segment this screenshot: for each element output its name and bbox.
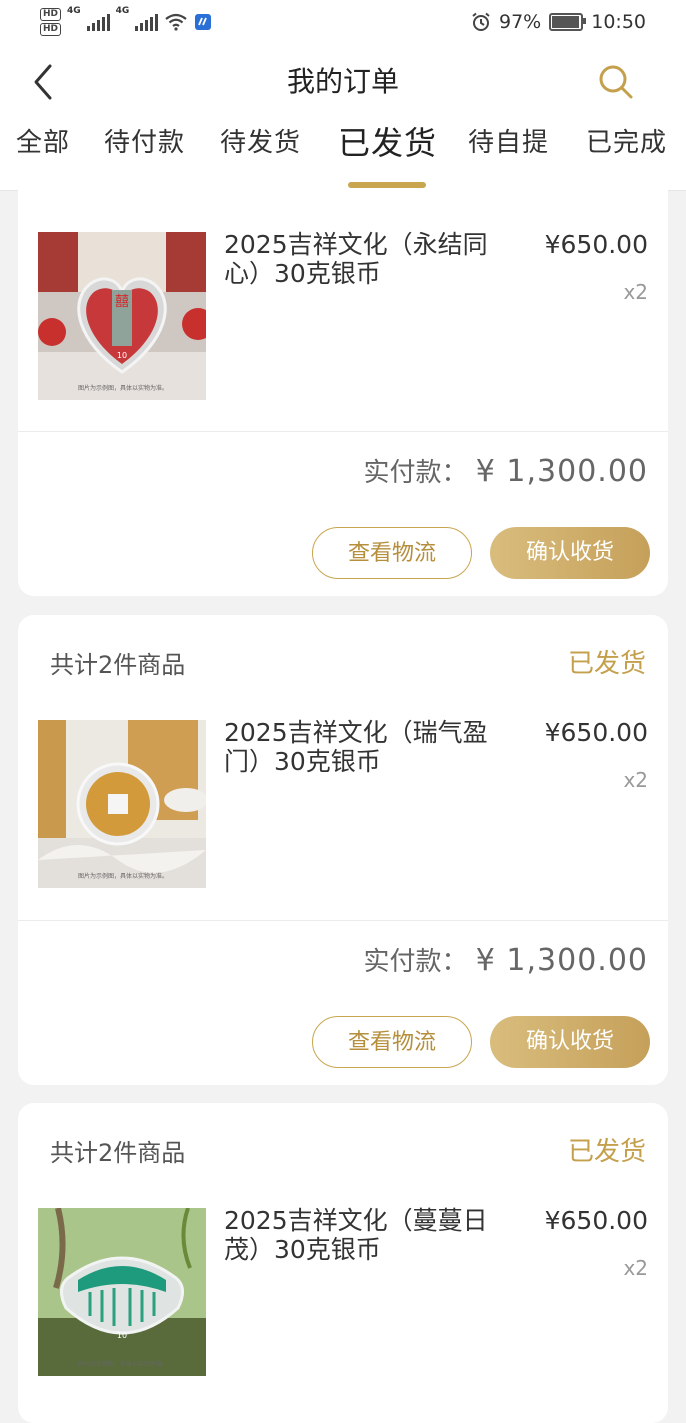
order-card: 共计2件商品 已发货 图片为示例图，具体以实物为准。 2025吉祥文化（瑞气盈门…: [18, 615, 668, 1085]
paid-label: 实付款：: [363, 458, 468, 488]
battery-icon: [549, 13, 587, 31]
signal-icon-2: [135, 13, 159, 31]
product-quantity: x2: [623, 280, 648, 304]
tab-all[interactable]: 全部: [16, 122, 70, 159]
product-image[interactable]: 囍 10 图片为示例图，具体以实物为准。: [38, 232, 206, 400]
product-quantity: x2: [623, 768, 648, 792]
item-count: 共计2件商品: [50, 1139, 186, 1167]
tab-pending-pickup[interactable]: 待自提: [468, 122, 549, 159]
hd-badge-2: HD: [40, 23, 62, 36]
coin-image-round: [38, 720, 206, 888]
svg-text:囍: 囍: [115, 294, 129, 310]
svg-text:10: 10: [117, 351, 127, 360]
order-card-header: 共计2件商品 已发货: [18, 1103, 668, 1195]
order-card-header: 共计2件商品 已发货: [18, 615, 668, 707]
divider: [18, 920, 668, 921]
coin-image-lock: 10: [38, 1208, 206, 1376]
app-notification-icon: [195, 14, 212, 30]
paid-amount-row: 实付款： ¥ 1,300.00: [364, 452, 649, 489]
product-image[interactable]: 10 图片为示例图，具体以实物为准。: [38, 1208, 206, 1376]
confirm-receipt-button[interactable]: 确认收货: [490, 527, 650, 579]
tab-completed[interactable]: 已完成: [586, 122, 667, 159]
status-left: HD HD 4G 4G: [40, 6, 212, 38]
hd-badges: HD HD: [40, 8, 62, 36]
page-title: 我的订单: [286, 65, 399, 98]
confirm-receipt-button[interactable]: 确认收货: [490, 1016, 650, 1068]
hd-badge-1: HD: [40, 8, 62, 21]
product-name[interactable]: 2025吉祥文化（蔓蔓日茂）30克银币: [224, 1206, 494, 1264]
product-price: ¥650.00: [544, 230, 648, 259]
paid-amount: ¥ 1,300.00: [475, 943, 648, 978]
status-bar: HD HD 4G 4G 97% 10:50: [0, 0, 686, 44]
signal-icon: [86, 13, 110, 31]
wifi-icon: [165, 13, 188, 31]
order-status: 已发货: [567, 649, 646, 679]
product-name[interactable]: 2025吉祥文化（瑞气盈门）30克银币: [224, 718, 494, 776]
image-caption: 图片为示例图，具体以实物为准。: [78, 873, 169, 880]
tab-pending-payment[interactable]: 待付款: [104, 122, 185, 159]
product-image[interactable]: 图片为示例图，具体以实物为准。: [38, 720, 206, 888]
view-logistics-button[interactable]: 查看物流: [312, 1016, 472, 1068]
network-type-1: 4G: [67, 6, 81, 16]
paid-amount: ¥ 1,300.00: [475, 454, 648, 489]
item-count: 共计2件商品: [50, 651, 186, 679]
coin-image-heart: 囍 10: [38, 232, 206, 400]
order-card: 共计2件商品 已发货 10 图片为示例图，具体以实物为准。 2025吉祥文化（蔓…: [18, 1103, 668, 1423]
order-status: 已发货: [567, 1137, 646, 1167]
clock: 10:50: [591, 11, 646, 33]
order-card: 囍 10 图片为示例图，具体以实物为准。 2025吉祥文化（永结同心）30克银币…: [18, 190, 668, 596]
paid-label: 实付款：: [363, 947, 468, 977]
alarm-icon: [472, 12, 490, 31]
svg-text:10: 10: [117, 1331, 127, 1340]
order-tabs: 全部 待付款 待发货 已发货 待自提 已完成: [0, 122, 686, 182]
search-button[interactable]: [596, 62, 636, 102]
image-caption: 图片为示例图，具体以实物为准。: [78, 385, 169, 392]
tab-pending-shipment[interactable]: 待发货: [220, 122, 301, 159]
image-caption: 图片为示例图，具体以实物为准。: [78, 1361, 169, 1368]
product-name[interactable]: 2025吉祥文化（永结同心）30克银币: [224, 230, 494, 288]
battery-percent: 97%: [499, 11, 542, 33]
view-logistics-button[interactable]: 查看物流: [312, 527, 472, 579]
search-icon: [599, 65, 633, 99]
network-type-2: 4G: [115, 6, 130, 16]
product-price: ¥650.00: [544, 718, 648, 747]
active-tab-indicator: [348, 182, 426, 188]
product-price: ¥650.00: [544, 1206, 648, 1235]
paid-amount-row: 实付款： ¥ 1,300.00: [364, 941, 649, 978]
tab-shipped[interactable]: 已发货: [338, 118, 437, 164]
header: 我的订单 全部 待付款 待发货 已发货 待自提 已完成: [0, 44, 686, 191]
divider: [18, 431, 668, 432]
status-right: 97% 10:50: [471, 8, 646, 36]
product-quantity: x2: [623, 1256, 648, 1280]
